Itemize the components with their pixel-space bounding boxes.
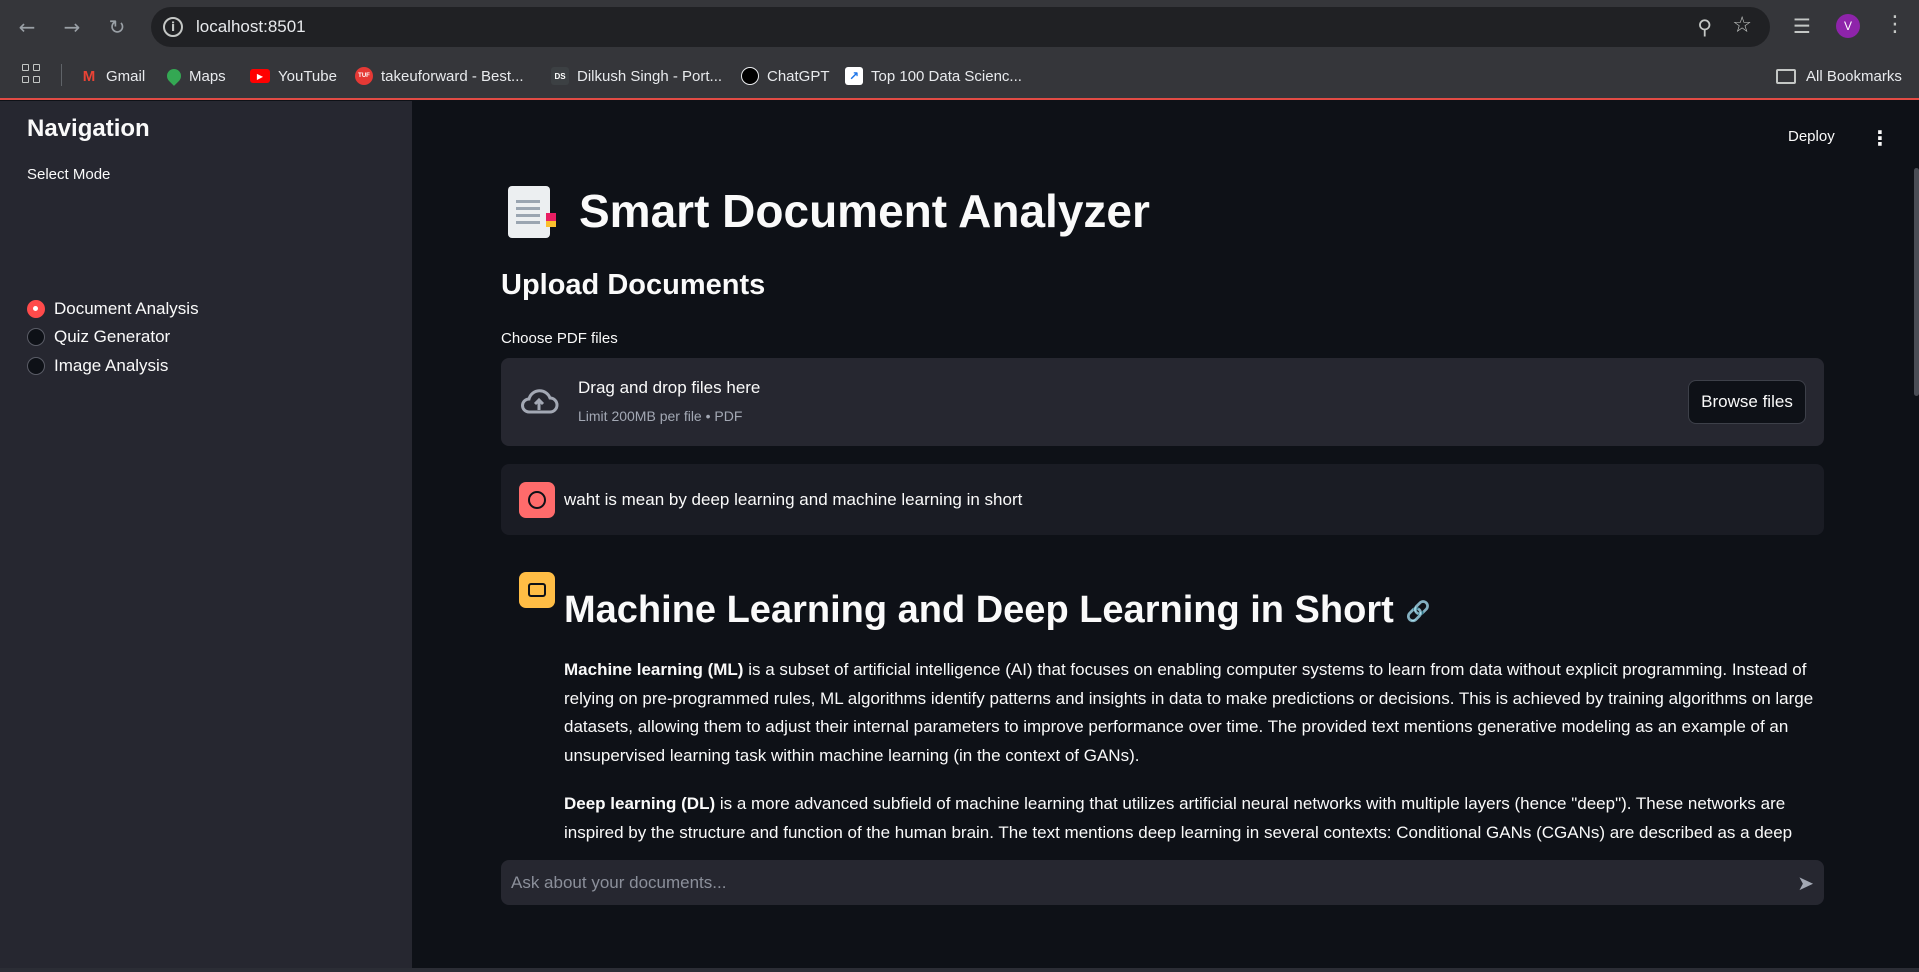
- bookmark-chatgpt[interactable]: ChatGPT: [741, 65, 830, 87]
- mode-option-image-analysis[interactable]: Image Analysis: [27, 355, 168, 377]
- select-mode-label: Select Mode: [27, 166, 111, 183]
- mode-option-quiz-generator[interactable]: Quiz Generator: [27, 326, 170, 348]
- page-title: Smart Document Analyzer: [579, 185, 1150, 237]
- assistant-avatar-icon: [519, 572, 555, 608]
- mode-option-label: Quiz Generator: [54, 327, 171, 346]
- sidebar: [0, 101, 412, 972]
- bookmark-label: Maps: [189, 67, 226, 85]
- maps-icon: [164, 66, 184, 86]
- answer-term: Deep learning (DL): [564, 794, 716, 813]
- media-control-icon[interactable]: ☰: [1793, 14, 1811, 38]
- portfolio-icon: DS: [551, 67, 569, 85]
- reload-icon[interactable]: ↻: [104, 14, 130, 40]
- document-emoji-icon: [508, 186, 556, 238]
- bookmarks-bar: M Gmail Maps ▶ YouTube TUF takeuforward …: [0, 54, 1919, 100]
- forward-arrow-icon[interactable]: →: [59, 14, 85, 40]
- folder-icon: [1776, 68, 1796, 84]
- gmail-icon: M: [82, 67, 96, 85]
- radio-unchecked-icon[interactable]: [27, 328, 45, 346]
- app-menu-icon[interactable]: ⋮: [1870, 126, 1890, 150]
- bookmark-label: Gmail: [106, 67, 146, 85]
- bookmark-star-icon[interactable]: ☆: [1732, 13, 1752, 38]
- answer-text: is a subset of artificial intelligence (…: [564, 660, 1814, 765]
- answer-text: is a more advanced subfield of machine l…: [564, 794, 1793, 842]
- youtube-icon: ▶: [250, 69, 270, 83]
- uploader-label: Choose PDF files: [501, 330, 618, 347]
- back-arrow-icon[interactable]: ←: [14, 14, 40, 40]
- bookmark-gmail[interactable]: M Gmail: [80, 65, 145, 87]
- all-bookmarks[interactable]: All Bookmarks: [1776, 65, 1902, 87]
- bookmark-label: takeuforward - Best...: [381, 67, 524, 85]
- bookmark-data-science[interactable]: ↗ Top 100 Data Scienc...: [845, 65, 1022, 87]
- anchor-link-icon[interactable]: 🔗: [1406, 599, 1431, 623]
- takeuforward-icon: TUF: [355, 67, 373, 85]
- answer-paragraph: Machine learning (ML) is a subset of art…: [564, 656, 1826, 770]
- answer-heading-text: Machine Learning and Deep Learning in Sh…: [564, 589, 1394, 631]
- bookmark-takeuforward[interactable]: TUF takeuforward - Best...: [355, 65, 524, 87]
- url-text[interactable]: localhost:8501: [196, 17, 306, 37]
- user-avatar-icon: [519, 482, 555, 518]
- bookmark-label: ChatGPT: [767, 67, 830, 85]
- upload-heading: Upload Documents: [501, 269, 766, 301]
- browser-toolbar: ← → ↻ i localhost:8501 ⚲ ☆ ☰ V ⋮: [0, 0, 1919, 54]
- sidebar-title: Navigation: [27, 115, 150, 142]
- site-info-icon[interactable]: i: [163, 17, 183, 37]
- bookmark-maps[interactable]: Maps: [164, 65, 226, 87]
- address-bar[interactable]: i localhost:8501 ⚲ ☆: [151, 7, 1770, 47]
- radio-unchecked-icon[interactable]: [27, 357, 45, 375]
- cloud-upload-icon: [521, 389, 559, 414]
- bottom-divider: [0, 968, 1919, 972]
- user-message-text: waht is mean by deep learning and machin…: [564, 490, 1023, 509]
- bookmark-label: Top 100 Data Scienc...: [871, 67, 1022, 85]
- answer-paragraph: Deep learning (DL) is a more advanced su…: [564, 790, 1826, 842]
- send-icon[interactable]: ➤: [1797, 871, 1814, 895]
- file-dropzone[interactable]: [501, 358, 1824, 446]
- radio-checked-icon[interactable]: [27, 300, 45, 318]
- bookmark-portfolio[interactable]: DS Dilkush Singh - Port...: [551, 65, 722, 87]
- browser-menu-icon[interactable]: ⋮: [1884, 12, 1906, 37]
- all-bookmarks-label: All Bookmarks: [1806, 67, 1902, 85]
- mode-option-document-analysis[interactable]: Document Analysis: [27, 298, 199, 320]
- scrollbar[interactable]: [1914, 168, 1919, 396]
- chat-input[interactable]: [511, 860, 1761, 905]
- bookmark-label: YouTube: [278, 67, 337, 85]
- apps-grid-icon[interactable]: [22, 64, 42, 84]
- browse-files-button[interactable]: Browse files: [1688, 380, 1806, 424]
- mode-option-label: Image Analysis: [54, 356, 169, 375]
- deploy-button[interactable]: Deploy: [1788, 128, 1835, 145]
- chat-input-box[interactable]: ➤: [501, 860, 1824, 905]
- mode-option-label: Document Analysis: [54, 299, 199, 318]
- drop-limit-text: Limit 200MB per file • PDF: [578, 408, 743, 424]
- bookmarks-divider: [61, 64, 62, 86]
- chart-icon: ↗: [845, 67, 863, 85]
- zoom-icon[interactable]: ⚲: [1697, 15, 1712, 39]
- bookmark-label: Dilkush Singh - Port...: [577, 67, 723, 85]
- answer-term: Machine learning (ML): [564, 660, 744, 679]
- drop-text: Drag and drop files here: [578, 378, 761, 397]
- answer-heading: Machine Learning and Deep Learning in Sh…: [564, 589, 1431, 632]
- chatgpt-icon: [741, 67, 759, 85]
- bookmark-youtube[interactable]: ▶ YouTube: [250, 65, 337, 87]
- profile-avatar[interactable]: V: [1836, 14, 1860, 38]
